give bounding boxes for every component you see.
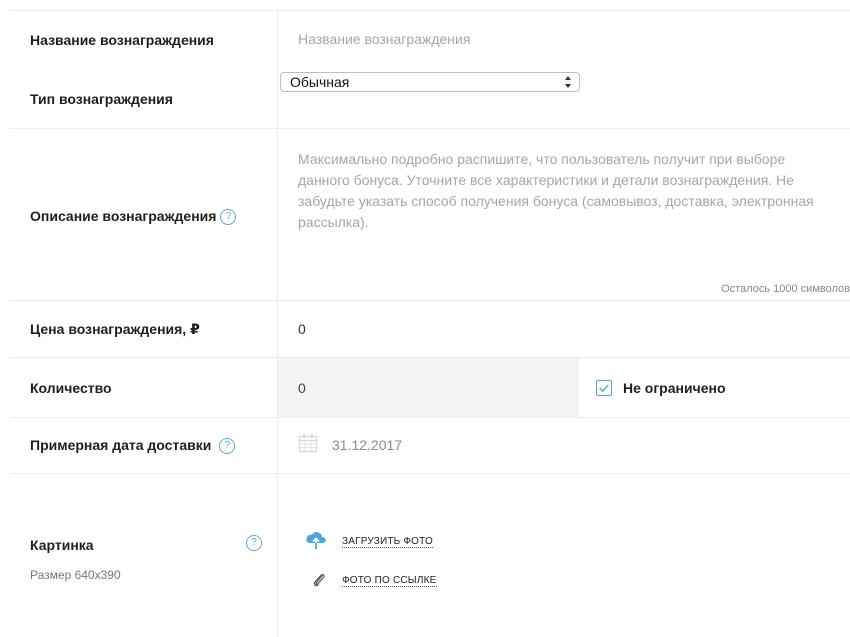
row-quantity: Количество 0 Не ограничено (10, 357, 850, 418)
row-reward-type: Тип вознаграждения Обычная (10, 72, 850, 128)
reward-name-input[interactable] (298, 31, 818, 47)
quantity-input-box[interactable]: 0 (278, 358, 578, 418)
row-image: Картинка ? Размер 640x390 ЗАГРУЗИТЬ ФОТО… (10, 473, 850, 637)
reward-type-label: Тип вознаграждения (30, 91, 173, 107)
image-label: Картинка (30, 537, 94, 553)
checkmark-icon (599, 384, 609, 393)
select-arrows-icon (565, 76, 571, 88)
unlimited-checkbox[interactable] (596, 380, 612, 396)
cloud-upload-icon[interactable] (304, 530, 328, 550)
label-cell: Количество (10, 358, 278, 418)
help-icon[interactable]: ? (219, 438, 236, 455)
delivery-date-label: Примерная дата доставки? (30, 437, 236, 455)
label-cell: Примерная дата доставки? (10, 418, 278, 474)
quantity-label: Количество (30, 380, 112, 396)
reward-type-value: Обычная (290, 74, 350, 90)
help-icon[interactable]: ? (246, 535, 262, 551)
upload-photo-link[interactable]: ЗАГРУЗИТЬ ФОТО (342, 536, 434, 548)
price-label: Цена вознаграждения, ₽ (30, 321, 200, 337)
quantity-input[interactable]: 0 (298, 380, 306, 396)
label-cell: Название вознаграждения (10, 10, 278, 72)
photo-by-link[interactable]: ФОТО ПО ССЫЛКЕ (342, 575, 437, 587)
reward-type-select[interactable]: Обычная (280, 72, 580, 92)
delivery-date-input[interactable]: 31.12.2017 (332, 437, 402, 453)
calendar-icon[interactable] (298, 433, 318, 453)
label-cell: Картинка ? Размер 640x390 (10, 474, 278, 637)
image-size-note: Размер 640x390 (30, 568, 121, 582)
description-label: Описание вознаграждения? (30, 208, 237, 226)
row-delivery-date: Примерная дата доставки? 31.12.2017 (10, 417, 850, 474)
label-cell: Описание вознаграждения? (10, 129, 278, 301)
reward-name-label: Название вознаграждения (30, 32, 214, 48)
label-cell: Тип вознаграждения (10, 72, 278, 128)
delivery-date-label-text: Примерная дата доставки (30, 437, 212, 453)
label-cell: Цена вознаграждения, ₽ (10, 301, 278, 358)
row-price: Цена вознаграждения, ₽ 0 (10, 300, 850, 358)
reward-form: Название вознаграждения Тип вознагражден… (0, 0, 850, 637)
description-textarea[interactable] (298, 149, 828, 259)
paperclip-icon[interactable] (312, 572, 326, 588)
unlimited-label[interactable]: Не ограничено (623, 380, 726, 396)
description-label-text: Описание вознаграждения (30, 208, 217, 224)
row-reward-name: Название вознаграждения (10, 10, 850, 72)
price-input[interactable]: 0 (298, 321, 306, 337)
char-counter: Осталось 1000 символов (721, 283, 850, 295)
help-icon[interactable]: ? (220, 209, 237, 226)
row-description: Описание вознаграждения? Осталось 1000 с… (10, 128, 850, 301)
